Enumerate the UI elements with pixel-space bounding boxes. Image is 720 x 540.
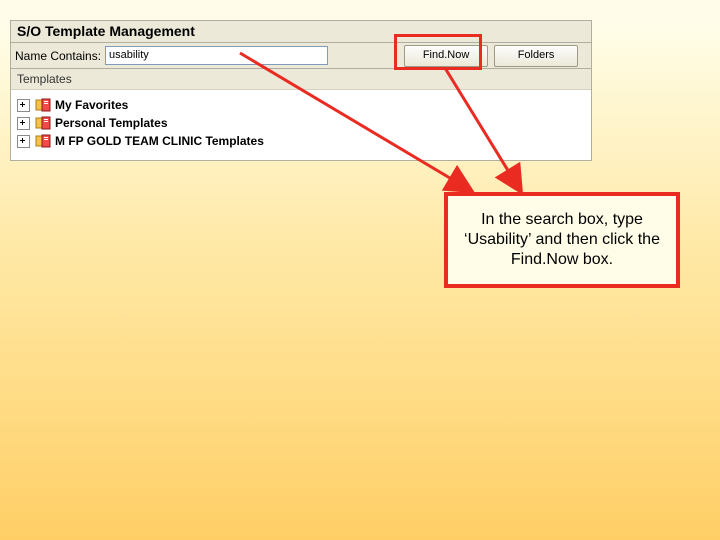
tree-item-label: My Favorites — [55, 98, 128, 112]
find-now-highlight-box — [394, 34, 482, 70]
window-title: S/O Template Management — [11, 21, 591, 43]
tree-item[interactable]: My Favorites — [15, 96, 587, 114]
instruction-callout: In the search box, type ‘Usability’ and … — [444, 192, 680, 288]
template-folder-icon — [35, 98, 51, 112]
template-folder-icon — [35, 116, 51, 130]
search-input[interactable]: usability — [105, 46, 328, 65]
templates-tree: My Favorites Personal Templates M FP GOL… — [11, 90, 591, 160]
search-toolbar: Name Contains: usability Find.Now Folder… — [11, 43, 591, 69]
template-folder-icon — [35, 134, 51, 148]
name-contains-label: Name Contains: — [15, 49, 101, 63]
slide-background: S/O Template Management Name Contains: u… — [0, 0, 720, 540]
tree-item-label: M FP GOLD TEAM CLINIC Templates — [55, 134, 264, 148]
expand-icon[interactable] — [17, 117, 30, 130]
instruction-text: In the search box, type ‘Usability’ and … — [464, 211, 660, 268]
tree-item[interactable]: Personal Templates — [15, 114, 587, 132]
tree-item-label: Personal Templates — [55, 116, 168, 130]
templates-header: Templates — [11, 69, 591, 90]
folders-button[interactable]: Folders — [494, 45, 578, 67]
tree-item[interactable]: M FP GOLD TEAM CLINIC Templates — [15, 132, 587, 150]
expand-icon[interactable] — [17, 135, 30, 148]
expand-icon[interactable] — [17, 99, 30, 112]
template-management-window: S/O Template Management Name Contains: u… — [10, 20, 592, 161]
